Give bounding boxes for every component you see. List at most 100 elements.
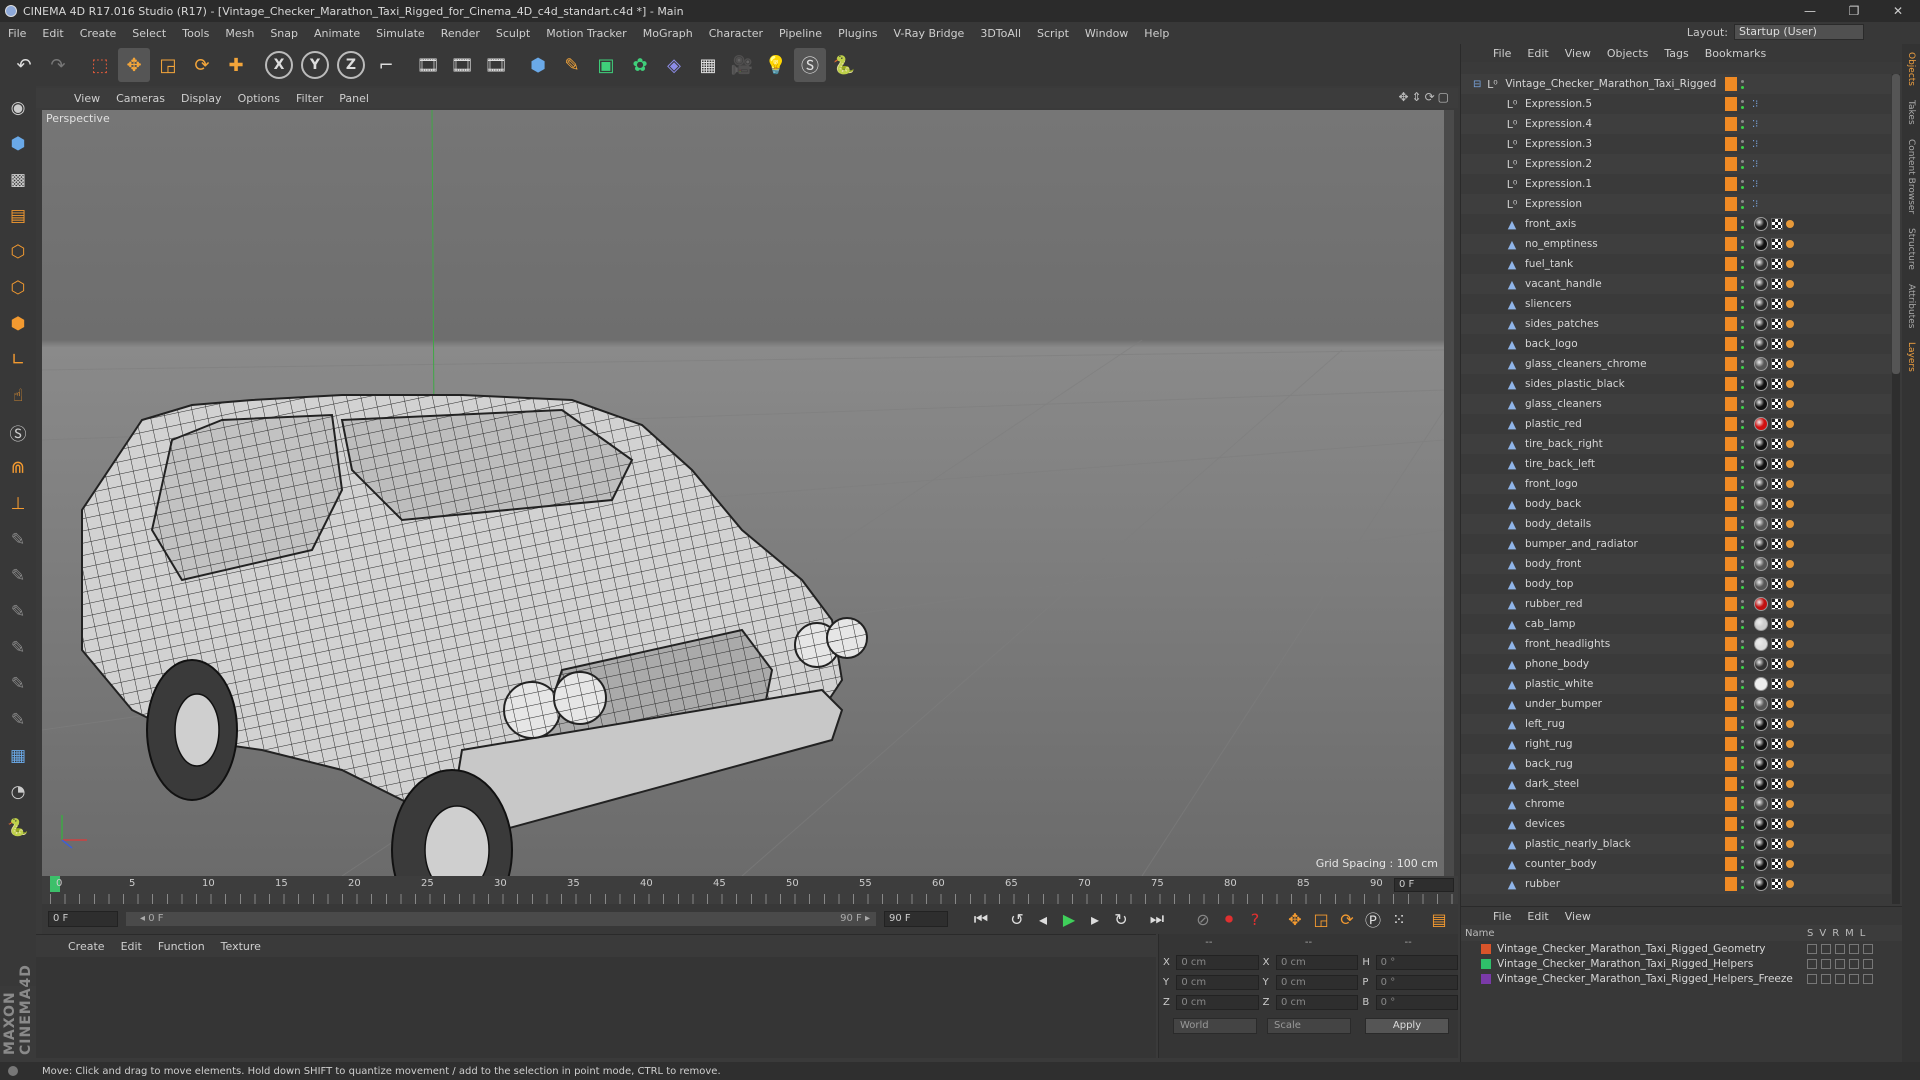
light-icon[interactable]: 💡 <box>760 48 792 82</box>
timeline-ruler[interactable]: 0 F 0 5 10 15 20 25 30 35 40 45 50 55 60 65 70 75 80 85 90 <box>42 876 1458 904</box>
minimize-button[interactable]: — <box>1788 0 1832 22</box>
edit-render-settings-icon[interactable]: 🎞 <box>480 48 512 82</box>
layer-color-swatch[interactable] <box>1725 877 1737 891</box>
layer-color-swatch[interactable] <box>1725 857 1737 871</box>
layer-toggle-icon[interactable] <box>1849 958 1859 969</box>
phong-tag-icon[interactable] <box>1786 440 1794 448</box>
object-row[interactable]: ▲ body_front <box>1461 554 1891 574</box>
x-axis-toggle[interactable]: X <box>265 51 293 79</box>
menu-pipeline[interactable]: Pipeline <box>771 27 830 40</box>
texture-tag-icon[interactable] <box>1771 718 1783 730</box>
visibility-dots[interactable] <box>1740 198 1745 210</box>
phong-tag-icon[interactable] <box>1786 300 1794 308</box>
coord-size-field[interactable]: 0 cm <box>1275 974 1359 990</box>
layer-color-swatch[interactable] <box>1725 117 1737 131</box>
texture-tag-icon[interactable] <box>1771 538 1783 550</box>
phong-tag-icon[interactable] <box>1786 620 1794 628</box>
material-menu-texture[interactable]: Texture <box>213 940 269 953</box>
object-row[interactable]: ▲ right_rug <box>1461 734 1891 754</box>
object-row-expression[interactable]: L⁰ Expression.3 ⁚⁝ <box>1461 134 1891 154</box>
object-row-root[interactable]: ⊟ L⁰ Vintage_Checker_Marathon_Taxi_Rigged <box>1461 74 1891 94</box>
object-mode-icon[interactable]: ⬢ <box>3 128 33 160</box>
texture-tag-icon[interactable] <box>1771 478 1783 490</box>
menu-file[interactable]: File <box>0 27 34 40</box>
menu-plugins[interactable]: Plugins <box>830 27 885 40</box>
visibility-dots[interactable] <box>1740 138 1745 150</box>
move-icon[interactable]: ✥ <box>118 48 150 82</box>
visibility-dots[interactable] <box>1740 698 1745 710</box>
material-tag-icon[interactable] <box>1754 337 1768 351</box>
xpresso-tag-icon[interactable]: ⁚⁝ <box>1752 179 1758 190</box>
texture-tag-icon[interactable] <box>1771 318 1783 330</box>
current-frame-field[interactable]: 0 F <box>1394 878 1454 892</box>
xpresso-tag-icon[interactable]: ⁚⁝ <box>1752 99 1758 110</box>
material-tag-icon[interactable] <box>1754 797 1768 811</box>
object-row[interactable]: ▲ front_headlights <box>1461 634 1891 654</box>
pla-key-icon[interactable]: ⁙ <box>1386 906 1412 932</box>
menu-edit[interactable]: Edit <box>34 27 71 40</box>
visibility-dots[interactable] <box>1740 738 1745 750</box>
layer-color-swatch[interactable] <box>1725 797 1737 811</box>
visibility-dots[interactable] <box>1740 758 1745 770</box>
snapping-s-icon[interactable]: Ⓢ <box>3 416 33 448</box>
floor-icon[interactable]: ▦ <box>692 48 724 82</box>
coord-rot-field[interactable]: 0 ° <box>1375 954 1459 970</box>
material-tag-icon[interactable] <box>1754 597 1768 611</box>
visibility-dots[interactable] <box>1740 598 1745 610</box>
right-tab-objects[interactable]: Objects <box>1906 52 1916 86</box>
phong-tag-icon[interactable] <box>1786 540 1794 548</box>
visibility-dots[interactable] <box>1740 438 1745 450</box>
texture-tag-icon[interactable] <box>1771 738 1783 750</box>
material-tag-icon[interactable] <box>1754 457 1768 471</box>
visibility-dots[interactable] <box>1740 818 1745 830</box>
coord-pos-field[interactable]: 0 cm <box>1176 954 1259 970</box>
layer-color-swatch[interactable] <box>1725 597 1737 611</box>
menu-render[interactable]: Render <box>433 27 488 40</box>
coord-pos-field[interactable]: 0 cm <box>1176 974 1259 990</box>
layer-color-swatch[interactable] <box>1725 677 1737 691</box>
object-row[interactable]: ▲ dark_steel <box>1461 774 1891 794</box>
texture-tag-icon[interactable] <box>1771 418 1783 430</box>
phong-tag-icon[interactable] <box>1786 340 1794 348</box>
autokey-icon[interactable]: ⏺ <box>1216 906 1242 932</box>
layer-row[interactable]: Vintage_Checker_Marathon_Taxi_Rigged_Hel… <box>1461 971 1902 986</box>
visibility-dots[interactable] <box>1740 478 1745 490</box>
texture-tag-icon[interactable] <box>1771 878 1783 890</box>
layer-menu-view[interactable]: View <box>1557 910 1599 923</box>
object-row[interactable]: ▲ tire_back_left <box>1461 454 1891 474</box>
object-row[interactable]: ▲ rubber <box>1461 874 1891 894</box>
layer-color-swatch[interactable] <box>1725 697 1737 711</box>
material-tag-icon[interactable] <box>1754 677 1768 691</box>
coord-rot-field[interactable]: 0 ° <box>1375 994 1459 1010</box>
material-tag-icon[interactable] <box>1754 217 1768 231</box>
layer-color-swatch[interactable] <box>1725 717 1737 731</box>
param-key-icon[interactable]: Ⓟ <box>1360 906 1386 932</box>
object-menu-file[interactable]: File <box>1485 47 1519 60</box>
prev-key-icon[interactable]: ↺ <box>1004 906 1030 932</box>
layer-toggle-icon[interactable] <box>1863 943 1873 954</box>
maximize-button[interactable]: ❐ <box>1832 0 1876 22</box>
visibility-dots[interactable] <box>1740 258 1745 270</box>
layer-toggle-icon[interactable] <box>1835 973 1845 984</box>
material-tag-icon[interactable] <box>1754 817 1768 831</box>
y-axis-toggle[interactable]: Y <box>301 51 329 79</box>
material-tag-icon[interactable] <box>1754 317 1768 331</box>
object-row[interactable]: ▲ body_back <box>1461 494 1891 514</box>
layer-color-swatch[interactable] <box>1725 257 1737 271</box>
material-tag-icon[interactable] <box>1754 377 1768 391</box>
layout-dropdown[interactable]: Startup (User) <box>1734 24 1864 40</box>
layer-color-swatch[interactable] <box>1725 577 1737 591</box>
coord-size-field[interactable]: 0 cm <box>1275 954 1359 970</box>
phong-tag-icon[interactable] <box>1786 360 1794 368</box>
visibility-dots[interactable] <box>1740 618 1745 630</box>
viewport-perspective[interactable]: Perspective Grid Spacing : 100 cm <box>42 110 1454 876</box>
brush-5-icon[interactable]: ✎ <box>3 668 33 700</box>
loop-icon[interactable]: ↻ <box>1108 906 1134 932</box>
material-tag-icon[interactable] <box>1754 617 1768 631</box>
texture-tag-icon[interactable] <box>1771 498 1783 510</box>
phong-tag-icon[interactable] <box>1786 560 1794 568</box>
camera-icon[interactable]: 🎥 <box>726 48 758 82</box>
material-tag-icon[interactable] <box>1754 737 1768 751</box>
joint-icon[interactable]: ⊥ <box>3 488 33 520</box>
object-row[interactable]: ▲ no_emptiness <box>1461 234 1891 254</box>
